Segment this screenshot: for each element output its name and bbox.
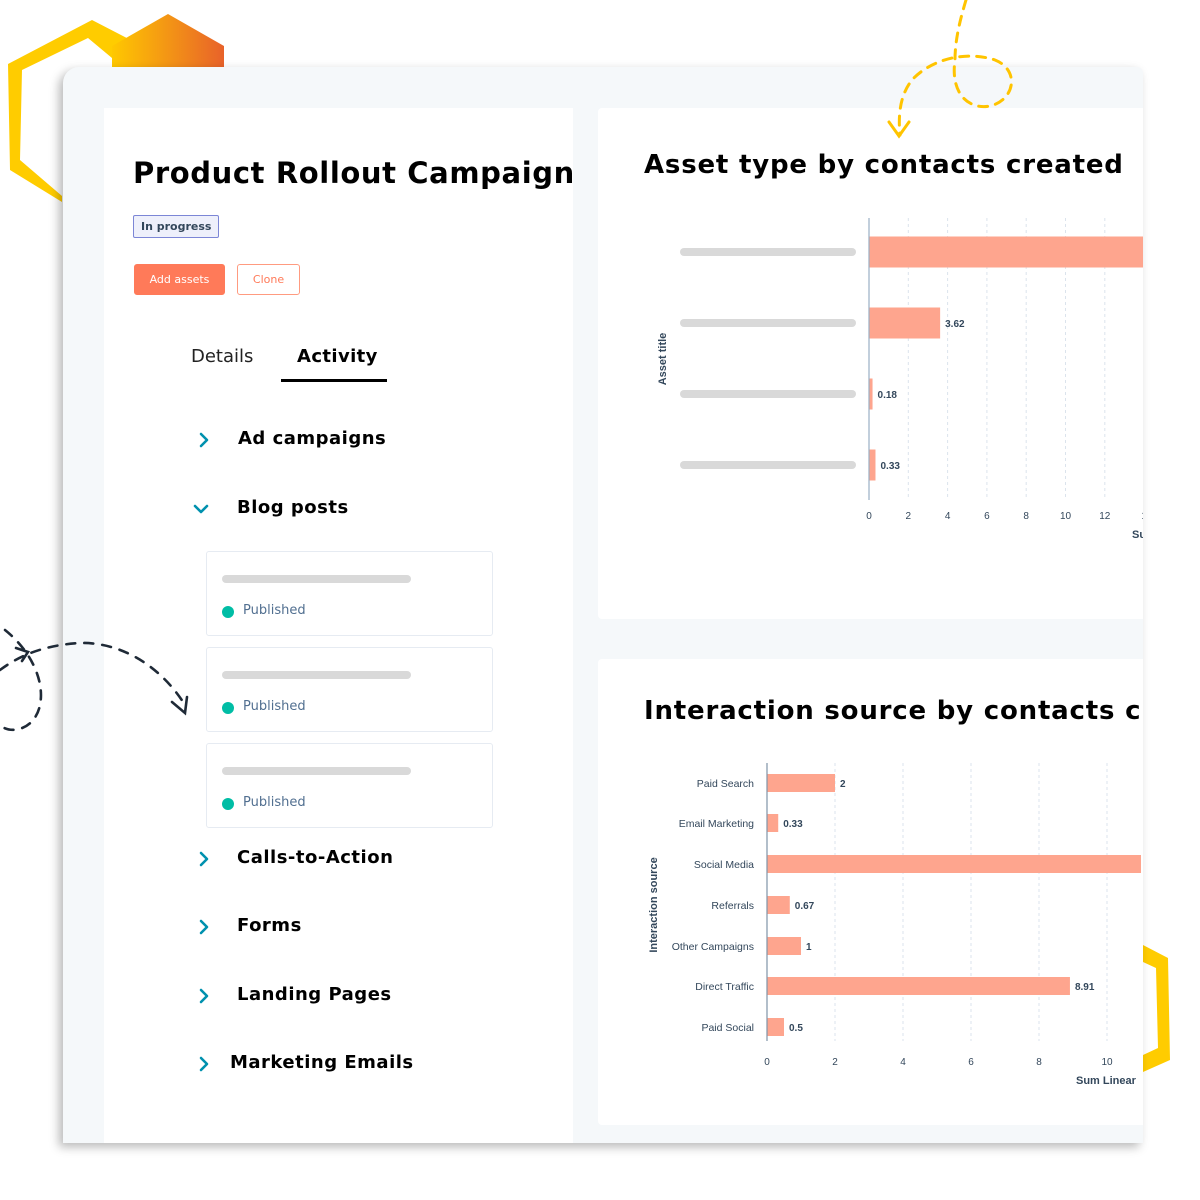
category-label: Referrals xyxy=(711,900,754,912)
chevron-right-icon xyxy=(199,1056,209,1072)
chevron-right-icon xyxy=(199,988,209,1004)
x-tick-label: 0 xyxy=(764,1057,770,1068)
blog-post-item[interactable]: Published xyxy=(206,551,493,636)
chevron-right-icon xyxy=(199,851,209,867)
add-assets-button[interactable]: Add assets xyxy=(134,264,225,295)
x-tick-label: 4 xyxy=(900,1057,906,1068)
section-label: Calls-to-Action xyxy=(237,847,394,868)
tab-activity[interactable]: Activity xyxy=(297,346,378,367)
post-status: Published xyxy=(243,699,306,714)
category-label-placeholder xyxy=(680,390,856,398)
status-dot-icon xyxy=(222,606,234,618)
hexagon-filled-decoration xyxy=(112,14,224,67)
title-placeholder xyxy=(222,767,411,775)
active-tab-indicator xyxy=(281,379,387,382)
x-tick-label: 2 xyxy=(906,511,912,522)
bar xyxy=(767,855,1141,873)
bar xyxy=(869,307,941,339)
blog-post-item[interactable]: Published xyxy=(206,647,493,732)
category-label-placeholder xyxy=(680,319,856,327)
data-label: 2 xyxy=(840,779,846,790)
section-forms[interactable]: Forms xyxy=(104,911,573,945)
title-placeholder xyxy=(222,671,411,679)
x-tick-label: 8 xyxy=(1036,1057,1042,1068)
chart-card-asset-type: Asset type by contacts created 0 2 4 6 8 10 12… xyxy=(598,108,1143,619)
bar xyxy=(869,449,876,481)
page-title: Product Rollout Campaign xyxy=(133,156,575,190)
x-tick-label: 8 xyxy=(1023,511,1029,522)
section-landing-pages[interactable]: Landing Pages xyxy=(104,980,573,1014)
chart-card-interaction-source: Interaction source by contacts cr 024681… xyxy=(598,659,1143,1125)
status-dot-icon xyxy=(222,798,234,810)
post-status: Published xyxy=(243,603,306,618)
data-label: 8.91 xyxy=(1075,982,1095,993)
x-tick-label: 10 xyxy=(1060,511,1072,522)
x-tick-label: 1 xyxy=(1141,511,1143,522)
title-placeholder xyxy=(222,575,411,583)
category-label: Social Media xyxy=(694,859,754,871)
tab-bar: Details Activity xyxy=(104,336,573,384)
category-label: Paid Search xyxy=(697,778,754,790)
arrowhead-decoration xyxy=(14,646,31,663)
category-label-placeholder xyxy=(680,248,856,256)
bar xyxy=(767,814,779,832)
category-label: Email Marketing xyxy=(679,818,754,830)
bar xyxy=(767,896,790,914)
post-status: Published xyxy=(243,795,306,810)
data-label: 0.18 xyxy=(878,390,898,401)
hexagon-bracket-decoration xyxy=(1143,945,1170,1072)
campaign-panel: Product Rollout Campaign In progress Add… xyxy=(104,108,575,1143)
data-label: 0.5 xyxy=(789,1023,803,1034)
tab-details[interactable]: Details xyxy=(191,346,253,367)
x-tick-label: 12 xyxy=(1099,511,1111,522)
section-label: Marketing Emails xyxy=(230,1052,414,1073)
bar xyxy=(767,774,835,792)
status-dot-icon xyxy=(222,702,234,714)
category-label-placeholder xyxy=(680,461,856,469)
category-label: Other Campaigns xyxy=(672,941,754,953)
category-label: Paid Social xyxy=(701,1022,754,1034)
data-label: 0.67 xyxy=(795,901,815,912)
bar xyxy=(767,1018,784,1036)
chevron-right-icon xyxy=(199,432,209,448)
section-label: Ad campaigns xyxy=(238,428,387,449)
x-tick-label: 10 xyxy=(1101,1057,1113,1068)
bar xyxy=(767,937,801,955)
x-axis-title: Sum Linear xyxy=(1076,1075,1137,1087)
data-label: 3.62 xyxy=(945,319,965,330)
y-axis-title: Interaction source xyxy=(648,857,660,952)
asset-type-bar-chart: 0 2 4 6 8 10 12 1 3.62 0.18 0.33 Asset title Su xyxy=(657,218,1143,541)
chevron-down-icon xyxy=(193,504,209,514)
category-label: Direct Traffic xyxy=(695,981,754,993)
blog-post-item[interactable]: Published xyxy=(206,743,493,828)
data-label: 0.33 xyxy=(783,819,803,830)
section-label: Blog posts xyxy=(237,497,349,518)
x-axis-title: Su xyxy=(1132,529,1143,541)
status-badge: In progress xyxy=(133,215,220,238)
section-blog-posts[interactable]: Blog posts xyxy=(104,493,573,527)
bar xyxy=(767,977,1070,995)
x-tick-label: 4 xyxy=(945,511,951,522)
interaction-source-bar-chart: 0 2 4 6 8 10 Paid Search 2 Email Marketing 0.33 So… xyxy=(648,763,1141,1087)
x-tick-label: 0 xyxy=(866,511,872,522)
section-marketing-emails[interactable]: Marketing Emails xyxy=(104,1048,573,1082)
clone-button[interactable]: Clone xyxy=(237,264,300,295)
section-calls-to-action[interactable]: Calls-to-Action xyxy=(104,843,573,877)
app-window: Product Rollout Campaign In progress Add… xyxy=(63,67,1143,1143)
section-label: Landing Pages xyxy=(237,984,392,1005)
data-label: 1 xyxy=(806,942,812,953)
data-label: 0.33 xyxy=(880,461,900,472)
section-ad-campaigns[interactable]: Ad campaigns xyxy=(104,424,573,458)
section-label: Forms xyxy=(237,915,302,936)
x-tick-label: 2 xyxy=(832,1057,838,1068)
chevron-right-icon xyxy=(199,919,209,935)
y-axis-title: Asset title xyxy=(657,333,669,386)
x-tick-label: 6 xyxy=(968,1057,974,1068)
bar xyxy=(869,236,1143,268)
x-tick-label: 6 xyxy=(984,511,990,522)
